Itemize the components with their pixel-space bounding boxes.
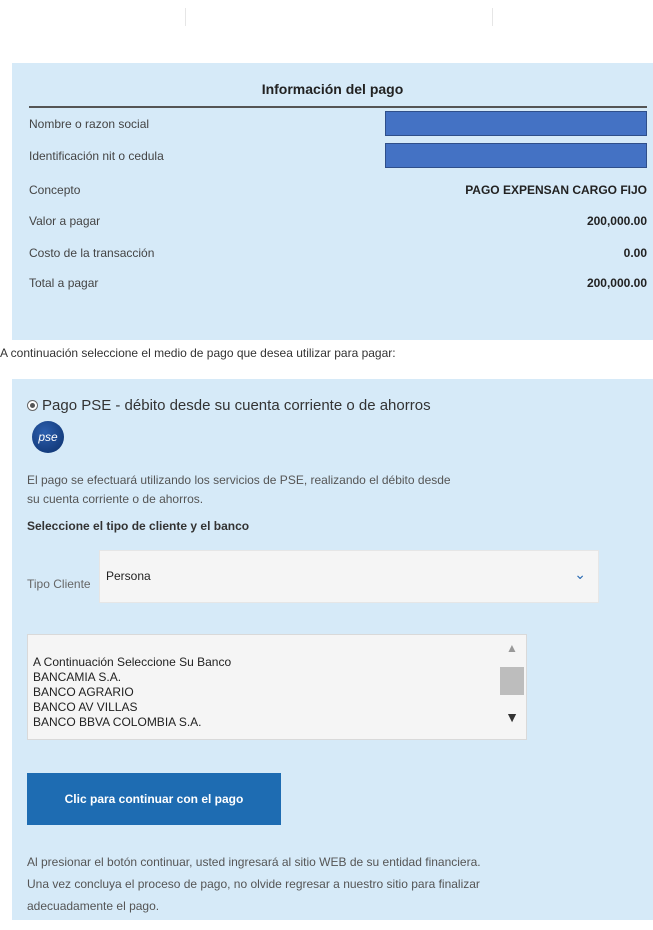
pse-description: El pago se efectuará utilizando los serv… (27, 471, 451, 509)
continue-payment-button[interactable]: Clic para continuar con el pago (27, 773, 281, 825)
footer-line: Una vez concluya el proceso de pago, no … (27, 877, 480, 891)
bank-option[interactable]: BANCO BBVA COLOMBIA S.A. (33, 715, 231, 730)
scroll-up-icon[interactable]: ▲ (498, 641, 526, 655)
top-bar (0, 0, 653, 35)
chevron-down-icon[interactable]: ⌄ (574, 566, 586, 583)
bank-option[interactable]: BANCO AV VILLAS (33, 700, 231, 715)
pse-logo-text: pse (38, 430, 58, 444)
row-label: Total a pagar (29, 276, 99, 290)
bank-list-scrollbar[interactable]: ▲ ▼ (498, 635, 526, 739)
redacted-field (385, 111, 647, 136)
bank-option[interactable]: A Continuación Seleccione Su Banco (33, 655, 231, 670)
payment-info-title: Información del pago (261, 81, 404, 97)
row-value: 200,000.00 (586, 276, 647, 290)
footer-note: Al presionar el botón continuar, usted i… (27, 851, 481, 917)
scroll-down-icon[interactable]: ▼ (498, 709, 526, 725)
bank-option[interactable]: BANCO AGRARIO (33, 685, 231, 700)
row-label: Valor a pagar (29, 214, 101, 228)
footer-line: Al presionar el botón continuar, usted i… (27, 855, 481, 869)
payment-method-instructions: A continuación seleccione el medio de pa… (0, 346, 396, 360)
divider (185, 8, 186, 26)
row-label: Identificación nit o cedula (29, 149, 164, 163)
payment-row-valor: Valor a pagar 200,000.00 (29, 208, 647, 234)
tipo-cliente-label: Tipo Cliente (27, 577, 91, 591)
bank-option[interactable]: BANCAMIA S.A. (33, 670, 231, 685)
row-value: 200,000.00 (586, 214, 647, 228)
divider (492, 8, 493, 26)
payment-row-total: Total a pagar 200,000.00 (29, 270, 647, 296)
payment-row-costo: Costo de la transacción 0.00 (29, 240, 647, 266)
row-label: Nombre o razon social (29, 117, 150, 131)
row-label: Costo de la transacción (29, 246, 155, 260)
title-divider (29, 106, 647, 108)
row-value: 0.00 (623, 246, 647, 260)
pse-description-line: su cuenta corriente o de ahorros. (27, 492, 204, 506)
tipo-cliente-value: Persona (106, 569, 151, 583)
payment-info-panel: Información del pago Nombre o razon soci… (12, 63, 653, 340)
footer-line: adecuadamente el pago. (27, 899, 160, 913)
pse-radio[interactable] (27, 400, 38, 411)
pse-description-line: El pago se efectuará utilizando los serv… (27, 473, 451, 487)
bank-listbox[interactable]: A Continuación Seleccione Su Banco BANCA… (27, 634, 527, 740)
pse-panel: Pago PSE - débito desde su cuenta corrie… (12, 379, 653, 920)
scrollbar-thumb[interactable] (500, 667, 524, 695)
payment-row-name: Nombre o razon social (29, 111, 647, 137)
select-client-bank-title: Seleccione el tipo de cliente y el banco (27, 519, 250, 533)
bank-list: A Continuación Seleccione Su Banco BANCA… (33, 655, 231, 730)
pse-option[interactable]: Pago PSE - débito desde su cuenta corrie… (27, 397, 431, 414)
tipo-cliente-select[interactable]: Persona ⌄ (99, 550, 599, 603)
row-label: Concepto (29, 183, 81, 197)
pse-option-label: Pago PSE - débito desde su cuenta corrie… (42, 397, 431, 414)
row-value: PAGO EXPENSAN CARGO FIJO (465, 183, 647, 197)
redacted-field (385, 143, 647, 168)
payment-row-id: Identificación nit o cedula (29, 143, 647, 169)
pse-logo-icon: pse (32, 421, 64, 453)
payment-row-concepto: Concepto PAGO EXPENSAN CARGO FIJO (29, 177, 647, 203)
